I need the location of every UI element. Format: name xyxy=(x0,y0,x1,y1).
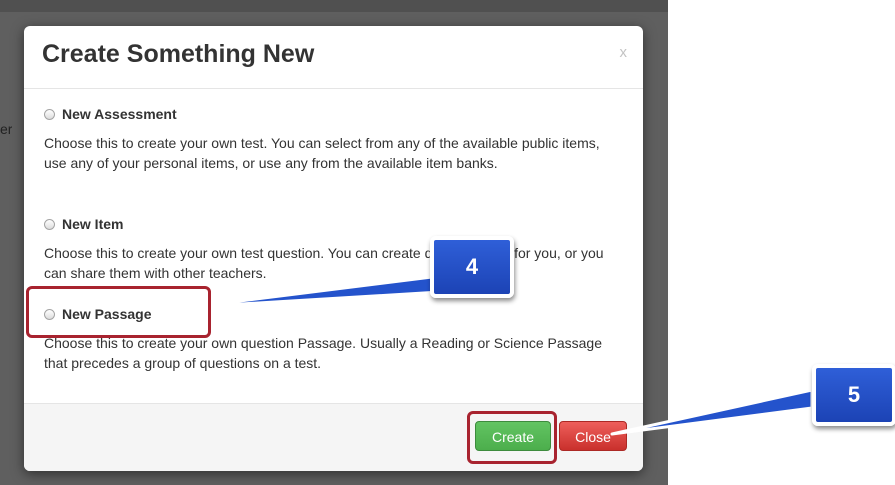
highlight-create-button xyxy=(467,411,557,464)
callout-5: 5 xyxy=(812,364,895,426)
highlight-new-passage xyxy=(26,286,211,338)
callout-5-pointer xyxy=(610,388,814,436)
callout-4-pointer xyxy=(190,274,442,309)
callout-4: 4 xyxy=(430,236,514,298)
